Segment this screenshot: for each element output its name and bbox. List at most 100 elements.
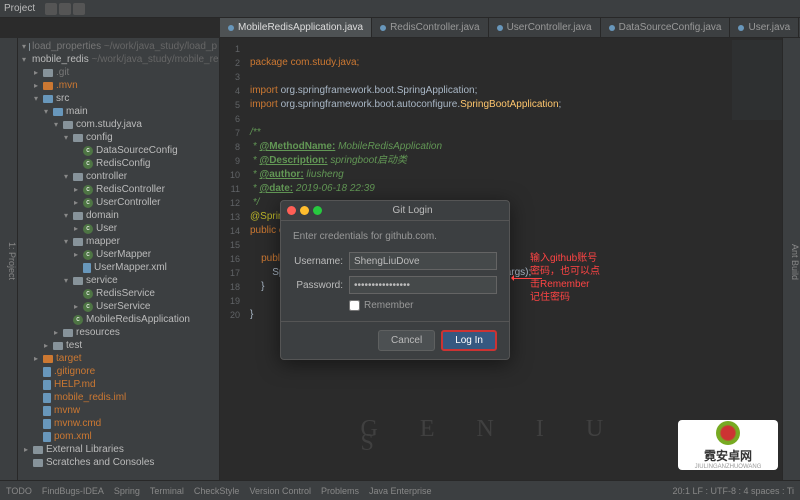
tree-item-controller[interactable]: ▾controller — [18, 170, 219, 183]
right-tool-strip: Ant BuildMavenDatabaseKey Promoter XRest… — [782, 38, 800, 480]
project-tree: ▾load_properties ~/work/java_study/load_… — [18, 38, 220, 480]
expand-icon[interactable]: ▸ — [52, 328, 60, 337]
git-login-dialog: Git Login Enter credentials for github.c… — [280, 200, 510, 360]
expand-icon[interactable]: ▾ — [62, 172, 70, 181]
tree-item-userservice[interactable]: ▸cUserService — [18, 300, 219, 313]
login-button[interactable]: Log In — [441, 330, 497, 351]
tree-item-resources[interactable]: ▸resources — [18, 326, 219, 339]
file-icon — [43, 419, 51, 429]
expand-icon[interactable]: ▸ — [72, 224, 80, 233]
tree-item-mobile_redis[interactable]: ▾mobile_redis ~/work/java_study/mobile_r… — [18, 53, 219, 66]
window-controls[interactable] — [287, 206, 322, 215]
tree-item--mvn[interactable]: ▸.mvn — [18, 79, 219, 92]
tree-item-src[interactable]: ▾src — [18, 92, 219, 105]
toolbar-icons — [45, 3, 85, 15]
expand-icon[interactable]: ▾ — [52, 120, 60, 129]
tab-rediscontroller-java[interactable]: RedisController.java — [372, 18, 489, 37]
status-item[interactable]: Terminal — [150, 486, 184, 496]
cancel-button[interactable]: Cancel — [378, 330, 435, 351]
expand-icon[interactable]: ▸ — [32, 81, 40, 90]
tree-item-main[interactable]: ▾main — [18, 105, 219, 118]
hide-icon[interactable] — [73, 3, 85, 15]
expand-icon[interactable]: ▸ — [72, 198, 80, 207]
tree-item-scratches-and-consoles[interactable]: Scratches and Consoles — [18, 456, 219, 469]
expand-icon[interactable]: ▾ — [62, 276, 70, 285]
expand-icon[interactable]: ▸ — [32, 68, 40, 77]
file-icon — [609, 25, 615, 31]
status-item[interactable]: Version Control — [249, 486, 311, 496]
tree-item-target[interactable]: ▸target — [18, 352, 219, 365]
tree-item-com-study-java[interactable]: ▾com.study.java — [18, 118, 219, 131]
close-icon[interactable] — [287, 206, 296, 215]
tree-item-datasourceconfig[interactable]: cDataSourceConfig — [18, 144, 219, 157]
tree-item-redisconfig[interactable]: cRedisConfig — [18, 157, 219, 170]
expand-icon[interactable]: ▾ — [62, 237, 70, 246]
maximize-icon[interactable] — [313, 206, 322, 215]
file-icon — [380, 25, 386, 31]
tree-item-load_properties[interactable]: ▾load_properties ~/work/java_study/load_… — [18, 40, 219, 53]
tree-item-service[interactable]: ▾service — [18, 274, 219, 287]
status-item[interactable]: TODO — [6, 486, 32, 496]
username-input[interactable] — [349, 252, 497, 270]
status-item[interactable]: Spring — [114, 486, 140, 496]
status-item[interactable]: Java Enterprise — [369, 486, 432, 496]
tree-item-config[interactable]: ▾config — [18, 131, 219, 144]
tree-item-mobileredisapplication[interactable]: cMobileRedisApplication — [18, 313, 219, 326]
dialog-title: Git Login — [322, 205, 503, 216]
tree-item-user[interactable]: ▸cUser — [18, 222, 219, 235]
collapse-icon[interactable] — [45, 3, 57, 15]
tree-item-usermapper-xml[interactable]: UserMapper.xml — [18, 261, 219, 274]
expand-icon[interactable]: ▸ — [72, 302, 80, 311]
tab-datasourceconfig-java[interactable]: DataSourceConfig.java — [601, 18, 731, 37]
expand-icon[interactable]: ▾ — [62, 211, 70, 220]
status-item[interactable]: CheckStyle — [194, 486, 240, 496]
status-right: 20:1 LF : UTF-8 : 4 spaces : Ti — [672, 486, 794, 496]
tree-item-test[interactable]: ▸test — [18, 339, 219, 352]
tree-item-usercontroller[interactable]: ▸cUserController — [18, 196, 219, 209]
settings-icon[interactable] — [59, 3, 71, 15]
expand-icon[interactable]: ▸ — [22, 445, 30, 454]
file-icon — [43, 432, 51, 442]
expand-icon[interactable]: ▸ — [72, 185, 80, 194]
class-icon: c — [83, 224, 93, 234]
folder-icon — [73, 212, 83, 220]
status-item[interactable]: Problems — [321, 486, 359, 496]
status-item[interactable]: FindBugs-IDEA — [42, 486, 104, 496]
expand-icon[interactable]: ▾ — [22, 42, 26, 51]
expand-icon[interactable]: ▾ — [32, 94, 40, 103]
tool-window-button[interactable]: Ant Build — [790, 244, 800, 280]
expand-icon[interactable]: ▸ — [72, 250, 80, 259]
expand-icon[interactable]: ▸ — [42, 341, 50, 350]
minimize-icon[interactable] — [300, 206, 309, 215]
tab-user-java[interactable]: User.java — [730, 18, 799, 37]
class-icon: c — [83, 250, 93, 260]
tree-item-mapper[interactable]: ▾mapper — [18, 235, 219, 248]
dialog-message: Enter credentials for github.com. — [293, 231, 497, 242]
tree-item--git[interactable]: ▸.git — [18, 66, 219, 79]
tree-item-rediscontroller[interactable]: ▸cRedisController — [18, 183, 219, 196]
folder-icon — [73, 277, 83, 285]
remember-checkbox[interactable] — [349, 300, 360, 311]
folder-icon — [43, 82, 53, 90]
password-input[interactable] — [349, 276, 497, 294]
password-label: Password: — [293, 280, 349, 291]
tree-item-usermapper[interactable]: ▸cUserMapper — [18, 248, 219, 261]
expand-icon[interactable]: ▾ — [62, 133, 70, 142]
tree-item-mobile_redis-iml[interactable]: mobile_redis.iml — [18, 391, 219, 404]
tree-item-mvnw[interactable]: mvnw — [18, 404, 219, 417]
class-icon: c — [83, 302, 93, 312]
tool-window-button[interactable]: 1: Project — [7, 242, 17, 280]
tree-item--gitignore[interactable]: .gitignore — [18, 365, 219, 378]
tree-item-external-libraries[interactable]: ▸External Libraries — [18, 443, 219, 456]
tree-item-redisservice[interactable]: cRedisService — [18, 287, 219, 300]
tree-item-pom-xml[interactable]: pom.xml — [18, 430, 219, 443]
expand-icon[interactable]: ▾ — [22, 55, 26, 64]
expand-icon[interactable]: ▾ — [42, 107, 50, 116]
tab-usercontroller-java[interactable]: UserController.java — [489, 18, 601, 37]
expand-icon[interactable]: ▸ — [32, 354, 40, 363]
tab-mobileredisapplication-java[interactable]: MobileRedisApplication.java — [220, 18, 372, 37]
tree-item-help-md[interactable]: HELP.md — [18, 378, 219, 391]
tree-item-mvnw-cmd[interactable]: mvnw.cmd — [18, 417, 219, 430]
folder-icon — [63, 329, 73, 337]
tree-item-domain[interactable]: ▾domain — [18, 209, 219, 222]
